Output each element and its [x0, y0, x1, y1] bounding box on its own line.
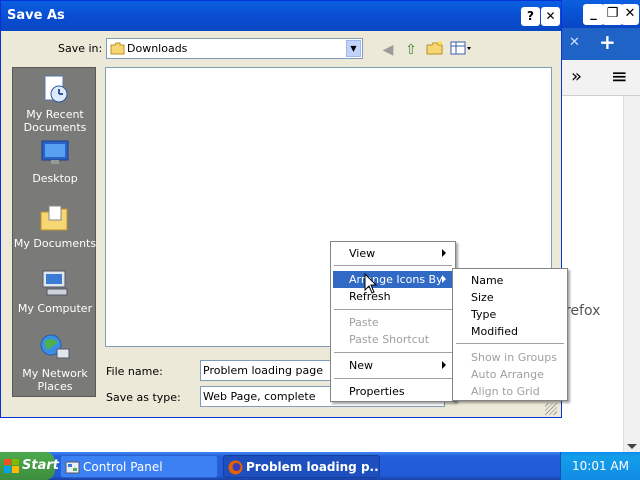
menu-item-view[interactable]: View [333, 245, 453, 262]
submenu-item-modified[interactable]: Modified [455, 323, 565, 340]
place-label: My Network Places [22, 367, 88, 393]
place-label: My Computer [17, 302, 93, 315]
firefox-icon [228, 460, 243, 475]
folder-icon [110, 42, 125, 55]
menu-item-label: Name [471, 274, 504, 287]
close-window-button[interactable]: ✕ [621, 4, 639, 25]
menu-separator [456, 343, 564, 344]
network-places-icon [40, 334, 70, 359]
firefox-tabstrip: ✕ + [561, 28, 640, 60]
taskbar: Start Control Panel Problem loading p...… [0, 452, 640, 480]
place-label: Desktop [32, 172, 78, 185]
dialog-titlebar[interactable]: Save As ? ✕ [1, 1, 561, 31]
menu-item-label: Modified [471, 325, 518, 338]
menu-item-new[interactable]: New [333, 357, 453, 374]
menu-item-refresh[interactable]: Refresh [333, 288, 453, 305]
submenu-item-size[interactable]: Size [455, 289, 565, 306]
menu-separator [334, 378, 452, 379]
arrange-icons-submenu: Name Size Type Modified Show in Groups A… [452, 268, 568, 401]
recent-documents-icon [44, 75, 68, 103]
save-in-value: Downloads [127, 42, 188, 55]
dialog-close-button[interactable]: ✕ [541, 7, 560, 26]
task-label: Problem loading p... [246, 460, 380, 474]
clock[interactable]: 10:01 AM [572, 459, 629, 473]
submenu-item-auto-arrange: Auto Arrange [455, 366, 565, 383]
firefox-navbar: » ≡ [561, 60, 640, 96]
restore-button[interactable]: ❐ [602, 4, 623, 25]
place-desktop[interactable]: Desktop [13, 138, 97, 185]
place-recent-documents[interactable]: My Recent Documents [13, 74, 97, 134]
menu-item-label: View [349, 247, 376, 260]
task-label: Control Panel [83, 460, 163, 474]
context-menu: View Arrange Icons By Refresh Paste Past… [330, 241, 456, 402]
control-panel-icon [65, 461, 80, 474]
menu-item-label: Type [471, 308, 497, 321]
place-label: My Recent Documents [23, 108, 87, 134]
views-menu-icon[interactable] [449, 40, 473, 60]
save-in-label: Save in: [58, 42, 103, 55]
places-bar: My Recent Documents Desktop My Documents… [12, 67, 96, 397]
menu-item-label: Properties [349, 385, 405, 398]
system-tray: 10:01 AM [560, 452, 640, 480]
chevron-down-icon[interactable]: ▼ [346, 40, 361, 57]
menu-item-properties[interactable]: Properties [333, 383, 453, 400]
place-network-places[interactable]: My Network Places [13, 333, 97, 393]
page-scrollbar[interactable] [623, 96, 640, 452]
menu-item-label: Paste Shortcut [349, 333, 430, 346]
menu-item-paste-shortcut: Paste Shortcut [333, 331, 453, 348]
menu-item-label: Align to Grid [471, 385, 540, 398]
up-folder-icon[interactable]: ⇧ [401, 40, 421, 60]
save-in-dropdown[interactable]: Downloads ▼ [106, 38, 363, 59]
overflow-menu-button[interactable]: » [571, 66, 582, 87]
place-my-computer[interactable]: My Computer [13, 268, 97, 315]
desktop-icon [41, 140, 69, 164]
scroll-down-arrow-icon[interactable] [627, 444, 637, 449]
tab-close-icon[interactable]: ✕ [569, 35, 580, 50]
submenu-item-name[interactable]: Name [455, 272, 565, 289]
menu-item-paste: Paste [333, 314, 453, 331]
windows-logo-icon [4, 459, 19, 473]
mouse-cursor-icon [364, 273, 378, 294]
menu-item-arrange-icons-by[interactable]: Arrange Icons By [333, 271, 453, 288]
task-control-panel[interactable]: Control Panel [60, 455, 218, 478]
menu-separator [334, 352, 452, 353]
menu-separator [334, 309, 452, 310]
minimize-button[interactable]: _ [583, 4, 604, 25]
menu-item-label: Auto Arrange [471, 368, 544, 381]
page-text-fragment: refox [565, 303, 601, 319]
submenu-arrow-icon [442, 275, 446, 283]
help-button[interactable]: ? [521, 7, 540, 26]
start-label: Start [22, 458, 59, 473]
menu-item-label: New [349, 359, 373, 372]
my-documents-icon [40, 205, 68, 231]
file-name-label: File name: [106, 365, 163, 378]
dialog-title: Save As [7, 8, 65, 23]
new-folder-icon[interactable] [425, 40, 445, 60]
submenu-item-show-in-groups: Show in Groups [455, 349, 565, 366]
menu-item-label: Show in Groups [471, 351, 557, 364]
menu-item-label: Size [471, 291, 494, 304]
start-button[interactable]: Start [0, 452, 59, 480]
place-my-documents[interactable]: My Documents [13, 203, 97, 250]
new-tab-button[interactable]: + [599, 30, 616, 54]
submenu-item-type[interactable]: Type [455, 306, 565, 323]
submenu-arrow-icon [442, 361, 446, 369]
resize-grip-icon[interactable] [545, 403, 557, 415]
task-problem-loading-page[interactable]: Problem loading p... [223, 455, 380, 478]
hamburger-menu-button[interactable]: ≡ [611, 64, 628, 88]
menu-item-label: Paste [349, 316, 379, 329]
back-icon[interactable]: ◀ [378, 40, 398, 60]
submenu-arrow-icon [442, 249, 446, 257]
place-label: My Documents [13, 237, 97, 250]
menu-separator [334, 265, 452, 266]
save-as-type-label: Save as type: [106, 391, 181, 404]
my-computer-icon [42, 270, 68, 296]
submenu-item-align-to-grid: Align to Grid [455, 383, 565, 400]
